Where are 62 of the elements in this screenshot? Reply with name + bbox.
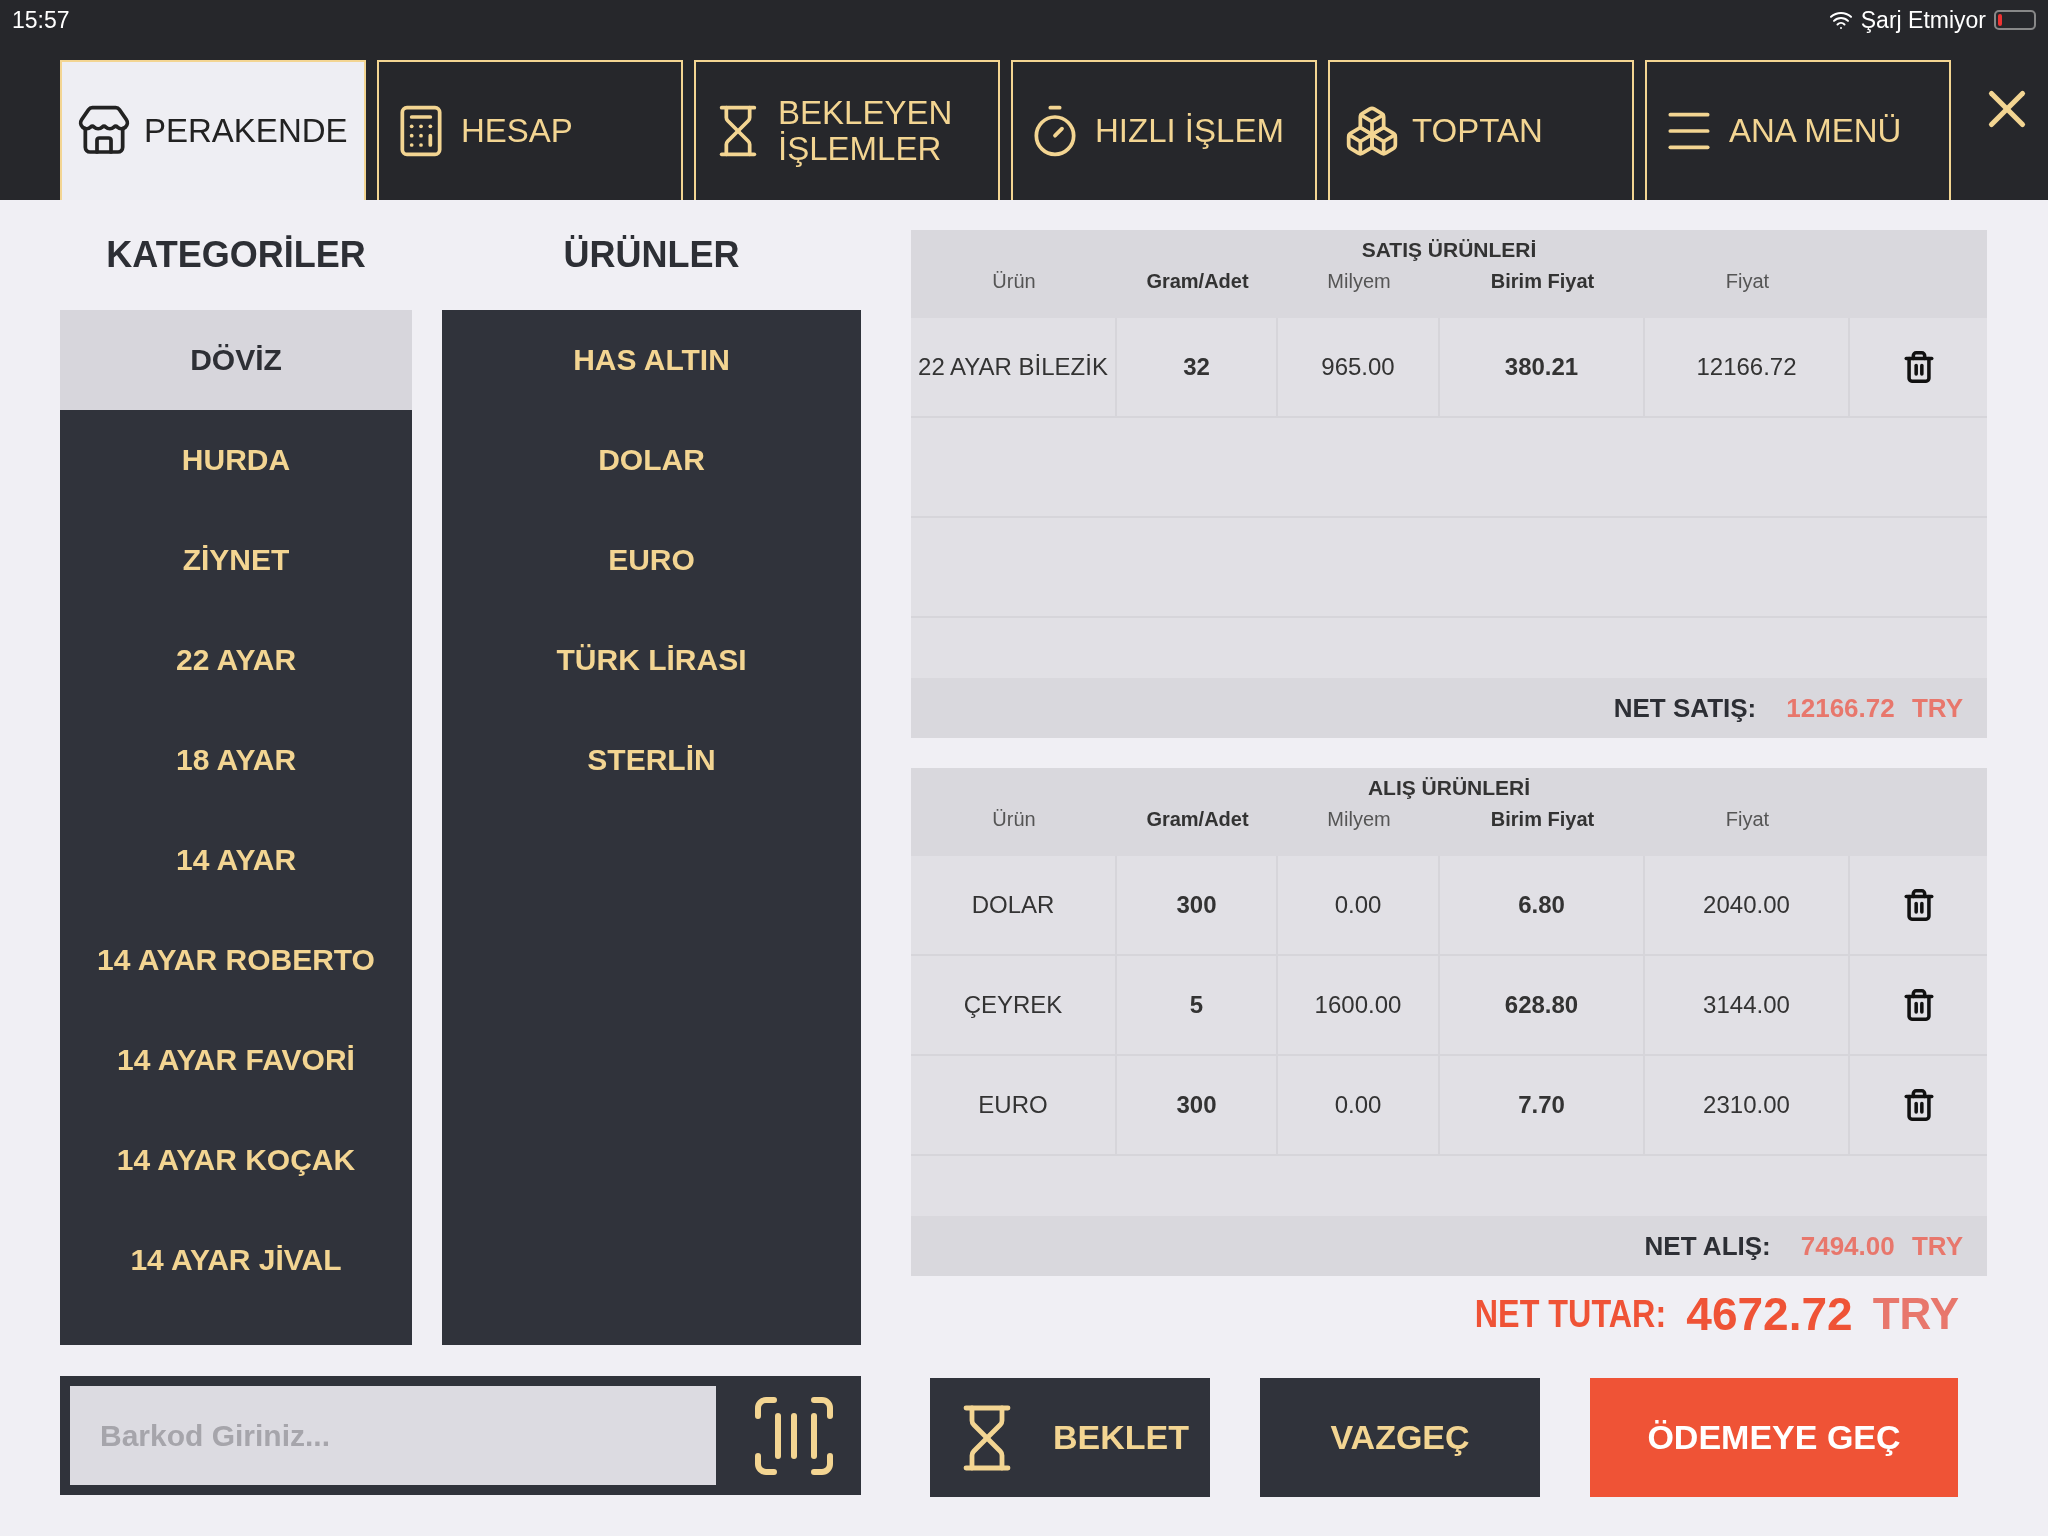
battery-status: Şarj Etmiyor (1860, 6, 1986, 34)
column-header: Fiyat (1724, 270, 1771, 293)
column-header: Fiyat (1724, 808, 1771, 831)
trash-icon (1901, 888, 1936, 922)
table-title: ALIŞ ÜRÜNLERİ (1366, 776, 1532, 800)
nav-tab[interactable]: TOPTAN (1328, 60, 1634, 200)
nav-tab[interactable]: ANA MENÜ (1645, 60, 1951, 200)
total-label: NET ALIŞ: (1644, 1230, 1771, 1262)
table-cell: 0.00 (1278, 856, 1440, 954)
total-label: NET SATIŞ: (1613, 692, 1757, 724)
table-cell: 380.21 (1440, 318, 1645, 416)
category-item[interactable]: DÖVİZ (60, 310, 412, 410)
net-total-label: NET TUTAR: (1474, 1292, 1667, 1336)
table-cell: 12166.72 (1645, 318, 1850, 416)
table-cell: 1600.00 (1278, 956, 1440, 1054)
column-header: Gram/Adet (1145, 270, 1250, 293)
battery-icon (1994, 10, 2036, 30)
delete-button[interactable] (1901, 1088, 1936, 1122)
action-button[interactable]: ÖDEMEYE GEÇ (1590, 1378, 1958, 1497)
table-cell: 22 AYAR BİLEZİK (911, 318, 1117, 416)
column-header: Milyem (1326, 270, 1392, 293)
trash-icon (1901, 1088, 1936, 1122)
action-button[interactable]: VAZGEÇ (1260, 1378, 1540, 1497)
trash-icon (1901, 988, 1936, 1022)
table-cell: ÇEYREK (911, 956, 1117, 1054)
table-cell: 32 (1117, 318, 1278, 416)
products-title: ÜRÜNLER (562, 233, 741, 277)
nav-tab[interactable]: HIZLI İŞLEM (1011, 60, 1317, 200)
total-value: 7494.00 TRY (1800, 1230, 1963, 1262)
net-total-currency: TRY (1872, 1289, 1959, 1339)
table-cell: 0.00 (1278, 1056, 1440, 1154)
table-cell: DOLAR (911, 856, 1117, 954)
nav-tab[interactable]: HESAP (377, 60, 683, 200)
table-cell: 6.80 (1440, 856, 1645, 954)
table-cell: 2310.00 (1645, 1056, 1850, 1154)
delete-button[interactable] (1901, 350, 1936, 384)
column-header: Milyem (1326, 808, 1392, 831)
table-cell: 7.70 (1440, 1056, 1645, 1154)
total-value: 12166.72 TRY (1786, 692, 1963, 724)
table-cell: 2040.00 (1645, 856, 1850, 954)
column-header: Gram/Adet (1145, 808, 1250, 831)
nav-tab[interactable]: BEKLEYEN İŞLEMLER (694, 60, 1000, 200)
status-time: 15:57 (12, 6, 70, 34)
table-cell: 3144.00 (1645, 956, 1850, 1054)
action-button[interactable]: BEKLET (930, 1378, 1210, 1497)
table-cell: 300 (1117, 856, 1278, 954)
table-cell: 300 (1117, 1056, 1278, 1154)
table-cell: 5 (1117, 956, 1278, 1054)
table-cell: 965.00 (1278, 318, 1440, 416)
trash-icon (1901, 350, 1936, 384)
column-header: Ürün (991, 808, 1037, 831)
nav-tab[interactable]: PERAKENDE (60, 60, 366, 200)
delete-button[interactable] (1901, 888, 1936, 922)
table-cell: 628.80 (1440, 956, 1645, 1054)
column-header: Ürün (991, 270, 1037, 293)
delete-button[interactable] (1901, 988, 1936, 1022)
column-header: Birim Fiyat (1489, 808, 1596, 831)
table-cell: EURO (911, 1056, 1117, 1154)
categories-title: KATEGORİLER (105, 233, 367, 277)
net-total-value: 4672.72 (1686, 1287, 1853, 1341)
column-header: Birim Fiyat (1489, 270, 1596, 293)
table-title: SATIŞ ÜRÜNLERİ (1360, 238, 1538, 262)
